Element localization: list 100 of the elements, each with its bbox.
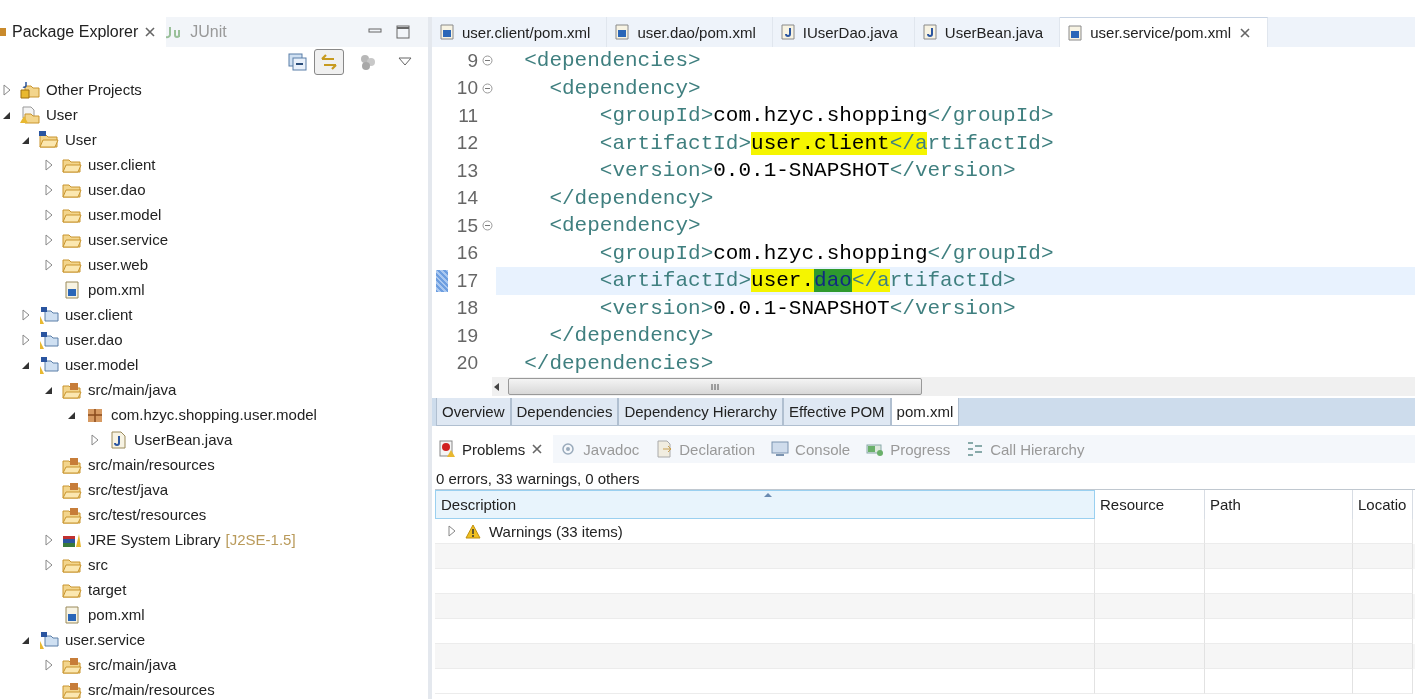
tree-item[interactable]: user.dao xyxy=(65,331,123,348)
close-icon[interactable] xyxy=(1239,26,1252,39)
folder-warning-icon xyxy=(20,105,40,124)
code-line: <version>0.0.1-SNAPSHOT</version> xyxy=(598,158,1017,185)
editor-tab[interactable]: user.client/pom.xml xyxy=(432,17,608,47)
tree-item[interactable]: user.dao xyxy=(88,181,146,198)
code-line: <groupId>com.hzyc.shopping</groupId> xyxy=(598,240,1055,267)
scroll-left-icon[interactable] xyxy=(492,381,500,392)
problems-icon xyxy=(438,440,456,458)
tree-item[interactable]: Other Projects xyxy=(46,81,142,98)
link-with-editor-button[interactable] xyxy=(314,49,344,75)
call-hierarchy-icon xyxy=(966,440,985,458)
fold-icon[interactable] xyxy=(481,220,493,232)
tree-item[interactable]: user.model xyxy=(88,206,162,223)
tree-item[interactable]: src/test/java xyxy=(88,481,169,498)
collapse-all-icon[interactable] xyxy=(288,53,308,71)
tree-item[interactable]: User xyxy=(46,106,78,123)
tree-item[interactable]: user.client xyxy=(88,156,156,173)
view-menu-icon[interactable] xyxy=(398,57,412,67)
tree-item[interactable]: user.service xyxy=(88,231,169,248)
console-icon xyxy=(771,440,790,458)
view-tab[interactable]: Package Explorer xyxy=(0,17,167,47)
column-header[interactable]: Resource xyxy=(1095,490,1205,519)
tree-item[interactable]: src/main/resources xyxy=(88,456,215,473)
code-line: <dependency> xyxy=(548,75,702,102)
link-arrows-icon xyxy=(319,53,339,71)
collapsed-arrow-icon[interactable] xyxy=(44,658,54,671)
warning-group[interactable]: Warnings (33 items) xyxy=(489,522,623,540)
horizontal-scrollbar[interactable] xyxy=(492,377,1415,396)
code-line: <artifactId>user.client</artifactId> xyxy=(598,130,1055,157)
collapsed-arrow-icon[interactable] xyxy=(44,258,54,271)
warning-icon xyxy=(465,523,481,539)
fold-icon[interactable] xyxy=(481,82,493,94)
collapsed-arrow-icon[interactable] xyxy=(447,525,457,537)
line-number: 16 xyxy=(455,242,478,265)
tree-item[interactable]: pom.xml xyxy=(88,281,145,298)
fold-icon[interactable] xyxy=(481,55,493,67)
tree-item[interactable]: src/test/resources xyxy=(88,506,207,523)
line-number: 20 xyxy=(455,352,478,375)
close-icon[interactable] xyxy=(144,26,157,38)
tree-item[interactable]: src/main/resources xyxy=(88,681,215,698)
tree-item[interactable]: src/main/java xyxy=(88,656,177,673)
column-header[interactable]: Path xyxy=(1205,490,1353,519)
java-file-icon xyxy=(922,24,937,40)
collapsed-arrow-icon[interactable] xyxy=(21,308,31,321)
package-folder-icon xyxy=(62,455,82,474)
tree-item[interactable]: user.client xyxy=(65,306,133,323)
collapsed-arrow-icon[interactable] xyxy=(44,183,54,196)
page-tab[interactable]: Overview xyxy=(436,398,511,426)
folder-icon xyxy=(39,130,59,149)
line-number: 9 xyxy=(466,49,478,72)
collapsed-arrow-icon[interactable] xyxy=(44,558,54,571)
collapsed-arrow-icon[interactable] xyxy=(21,333,31,346)
page-tab[interactable]: pom.xml xyxy=(890,398,960,426)
collapsed-arrow-icon[interactable] xyxy=(44,208,54,221)
line-number: 17 xyxy=(455,269,478,292)
pom-file-icon xyxy=(62,605,82,624)
column-header[interactable]: Locatio xyxy=(1353,490,1413,519)
collapsed-arrow-icon[interactable] xyxy=(2,83,12,96)
line-number: 18 xyxy=(455,297,478,320)
pom-file-icon xyxy=(615,24,630,40)
java-file-icon xyxy=(780,24,795,40)
sort-arrow-icon xyxy=(763,492,773,498)
code-line: <version>0.0.1-SNAPSHOT</version> xyxy=(598,295,1017,322)
tree-item[interactable]: src xyxy=(88,556,108,573)
project-icon xyxy=(39,305,59,324)
collapsed-arrow-icon[interactable] xyxy=(44,158,54,171)
tree-item[interactable]: pom.xml xyxy=(88,606,145,623)
editor-tab[interactable]: IUserDao.java xyxy=(772,17,915,47)
filter-icon[interactable] xyxy=(358,53,378,71)
view-tab[interactable]: Problems xyxy=(432,435,554,463)
tree-item[interactable]: user.service xyxy=(65,631,146,648)
column-header[interactable]: Description xyxy=(435,490,1095,519)
tree-item[interactable]: UserBean.java xyxy=(134,431,233,448)
line-number: 19 xyxy=(455,324,478,347)
collapsed-arrow-icon[interactable] xyxy=(90,433,100,446)
tree-item[interactable]: JRE System Library xyxy=(88,531,221,548)
scrollbar-thumb[interactable] xyxy=(508,378,922,395)
package-folder-icon xyxy=(62,380,82,399)
tree-item[interactable]: src/main/java xyxy=(88,381,177,398)
tree-item[interactable]: com.hzyc.shopping.user.model xyxy=(111,406,317,423)
editor-tab[interactable]: user.dao/pom.xml xyxy=(607,17,773,47)
line-number: 14 xyxy=(455,187,478,210)
tree-item[interactable]: user.model xyxy=(65,356,139,373)
close-icon[interactable] xyxy=(531,443,544,455)
package-folder-icon xyxy=(62,505,82,524)
folders-icon xyxy=(20,80,40,99)
problems-summary: 0 errors, 33 warnings, 0 others xyxy=(435,469,641,489)
collapsed-arrow-icon[interactable] xyxy=(44,533,54,546)
page-tab[interactable]: Dependencies xyxy=(510,398,619,426)
page-tab[interactable]: Dependency Hierarchy xyxy=(618,398,783,426)
project-icon xyxy=(39,330,59,349)
tree-item[interactable]: target xyxy=(88,581,127,598)
page-tab[interactable]: Effective POM xyxy=(783,398,891,426)
package-icon xyxy=(0,25,6,39)
editor-tab[interactable]: user.service/pom.xml xyxy=(1060,17,1269,47)
maximize-icon[interactable] xyxy=(396,25,410,39)
tree-item[interactable]: User xyxy=(65,131,97,148)
collapsed-arrow-icon[interactable] xyxy=(44,233,54,246)
tree-item[interactable]: user.web xyxy=(88,256,149,273)
